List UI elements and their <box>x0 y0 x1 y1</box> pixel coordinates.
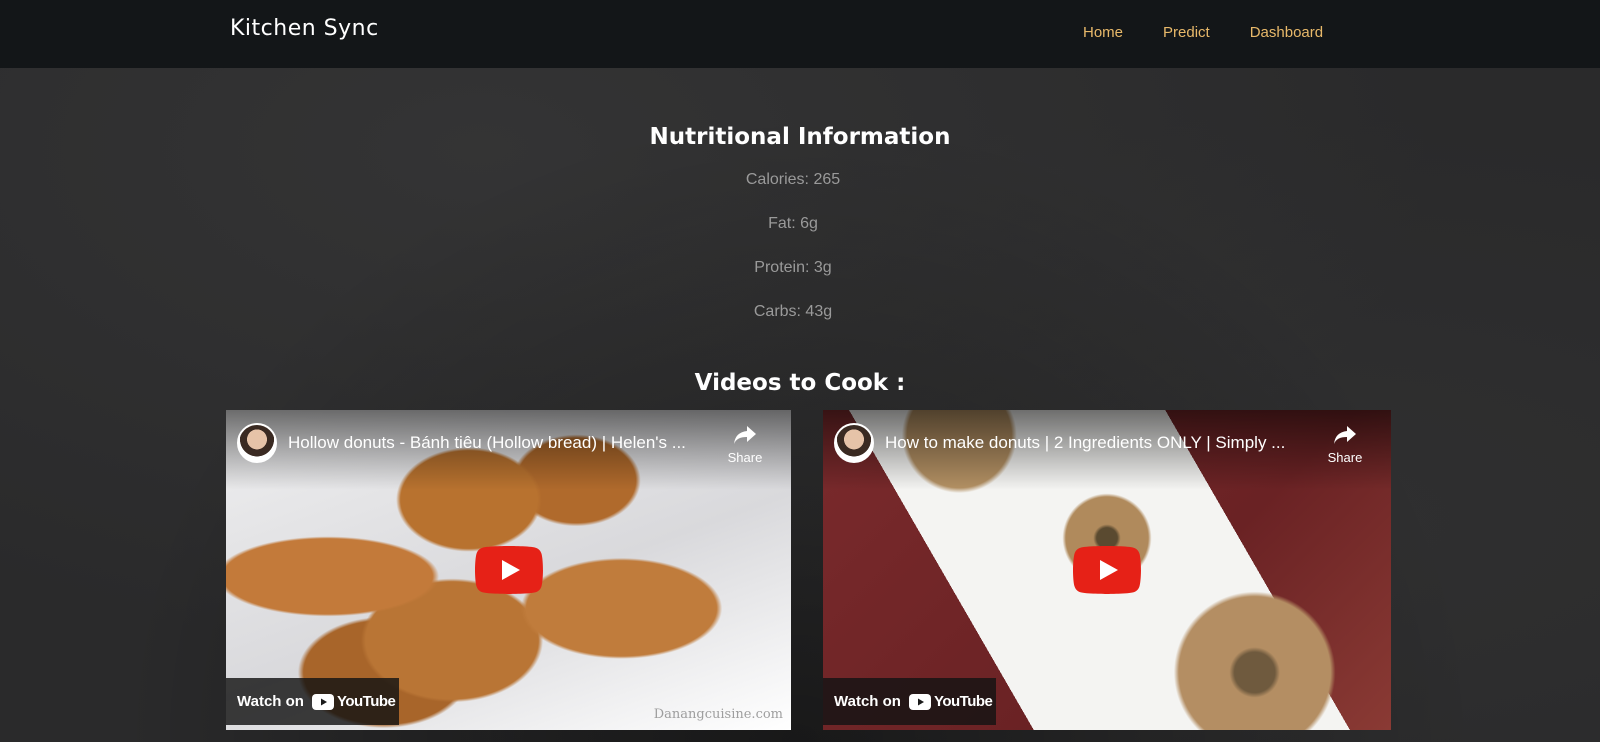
youtube-icon <box>311 693 334 710</box>
share-label: Share <box>727 450 763 465</box>
watch-on-label: Watch on <box>237 693 304 710</box>
navbar: Kitchen Sync Home Predict Dashboard <box>0 0 1600 68</box>
share-button[interactable]: Share <box>725 424 765 465</box>
nutrition-title: Nutritional Information <box>649 124 951 150</box>
watch-on-youtube-button[interactable]: Watch on YouTube <box>823 678 996 725</box>
watch-on-label: Watch on <box>834 693 901 710</box>
nutrition-calories: Calories: 265 <box>745 171 841 188</box>
youtube-logo: YouTube <box>908 693 993 710</box>
youtube-wordmark: YouTube <box>933 693 993 710</box>
play-button[interactable] <box>474 546 543 594</box>
videos-title: Videos to Cook : <box>694 370 906 396</box>
nav-link-dashboard[interactable]: Dashboard <box>1250 24 1323 41</box>
youtube-icon <box>908 693 931 710</box>
youtube-wordmark: YouTube <box>336 693 396 710</box>
brand-logo-text[interactable]: Kitchen Sync <box>230 16 379 41</box>
watch-on-youtube-button[interactable]: Watch on YouTube <box>226 678 399 725</box>
nutrition-carbs: Carbs: 43g <box>753 303 833 320</box>
video-title[interactable]: Hollow donuts - Bánh tiêu (Hollow bread)… <box>288 433 728 453</box>
video-title[interactable]: How to make donuts | 2 Ingredients ONLY … <box>885 433 1325 453</box>
nutrition-fat: Fat: 6g <box>768 215 818 232</box>
share-label: Share <box>1327 450 1363 465</box>
video-embed-2[interactable]: How to make donuts | 2 Ingredients ONLY … <box>823 410 1391 730</box>
share-icon <box>734 426 756 444</box>
thumbnail-watermark: Danangcuisine.com <box>653 707 783 722</box>
play-button[interactable] <box>1073 546 1141 594</box>
share-button[interactable]: Share <box>1325 424 1365 465</box>
nav-link-predict[interactable]: Predict <box>1163 24 1210 41</box>
nav-links: Home Predict Dashboard <box>1083 24 1363 41</box>
nutrition-protein: Protein: 3g <box>754 259 832 276</box>
channel-avatar[interactable] <box>237 423 277 463</box>
channel-avatar[interactable] <box>834 423 874 463</box>
share-icon <box>1334 426 1356 444</box>
nav-link-home[interactable]: Home <box>1083 24 1123 41</box>
video-embed-1[interactable]: Danangcuisine.com Hollow donuts - Bánh t… <box>226 410 791 730</box>
youtube-logo: YouTube <box>311 693 396 710</box>
